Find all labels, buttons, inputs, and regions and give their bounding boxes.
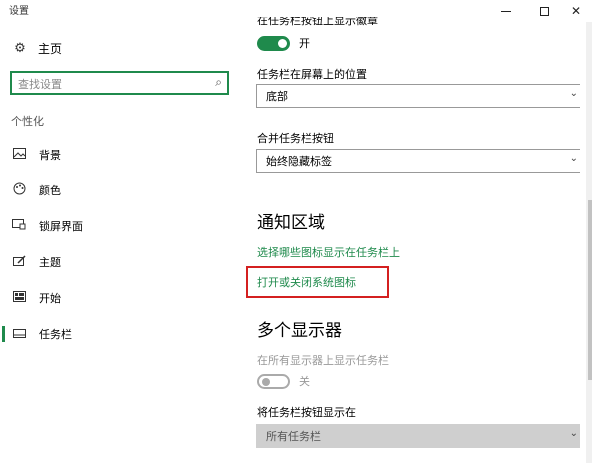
show-on-all-toggle-row: 关: [257, 373, 310, 389]
taskbar-location-dropdown[interactable]: 底部 ⌄: [256, 84, 580, 108]
sidebar-item-label: 主题: [39, 256, 61, 269]
gear-icon: ⚙: [14, 41, 26, 56]
sidebar-item-background[interactable]: 背景: [0, 142, 238, 168]
sidebar-item-label: 开始: [39, 292, 61, 305]
brush-icon: [11, 254, 27, 270]
badges-heading: 在任务栏按钮上显示徽章: [257, 14, 378, 27]
search-icon[interactable]: ⌕: [215, 75, 222, 90]
sidebar-item-start[interactable]: 开始: [0, 285, 238, 311]
chevron-down-icon: ⌄: [569, 153, 578, 164]
highlight-box: [246, 266, 389, 298]
sidebar-item-label: 任务栏: [39, 328, 72, 341]
show-on-all-toggle-state: 关: [299, 375, 310, 388]
notification-area-title: 通知区域: [257, 213, 325, 233]
badges-toggle-row: 开: [257, 35, 310, 51]
dropdown-value: 底部: [266, 90, 288, 103]
search-field[interactable]: ⌕: [10, 71, 229, 95]
picture-icon: [11, 148, 27, 162]
sidebar-group-label: 个性化: [11, 115, 44, 128]
sidebar-item-label: 背景: [39, 149, 61, 162]
sidebar-item-home[interactable]: ⚙ 主页: [12, 40, 62, 57]
combine-buttons-dropdown[interactable]: 始终隐藏标签 ⌄: [256, 149, 580, 173]
sidebar-item-label: 锁屏界面: [39, 220, 83, 233]
sidebar-item-themes[interactable]: 主题: [0, 249, 238, 275]
search-input[interactable]: [18, 74, 203, 95]
scrollbar-thumb[interactable]: [588, 200, 592, 380]
sidebar-item-lockscreen[interactable]: 锁屏界面: [0, 213, 238, 239]
badges-toggle-state: 开: [299, 37, 310, 50]
show-on-all-displays-toggle[interactable]: [257, 373, 290, 389]
taskbar-icon: [11, 327, 27, 341]
show-on-all-displays-label: 在所有显示器上显示任务栏: [257, 354, 389, 367]
multiple-displays-title: 多个显示器: [257, 321, 342, 341]
palette-icon: [11, 182, 27, 198]
content-pane: 在任务栏按钮上显示徽章 开 任务栏在屏幕上的位置 底部 ⌄ 合并任务栏按钮 始终…: [250, 0, 580, 463]
sidebar-item-colors[interactable]: 颜色: [0, 177, 238, 203]
dropdown-value: 始终隐藏标签: [266, 155, 332, 168]
chevron-down-icon: ⌄: [569, 428, 578, 439]
sidebar-item-label: 颜色: [39, 184, 61, 197]
badges-toggle[interactable]: [257, 35, 290, 51]
sidebar-item-taskbar[interactable]: 任务栏: [0, 321, 238, 347]
start-menu-icon: [11, 291, 27, 305]
window-title: 设置: [9, 6, 29, 17]
sidebar: ⚙ 主页 ⌕ 个性化 背景 颜色 锁屏界面: [0, 22, 238, 463]
show-buttons-on-dropdown[interactable]: 所有任务栏 ⌄: [256, 424, 580, 448]
chevron-down-icon: ⌄: [569, 88, 578, 99]
lockscreen-icon: [11, 219, 27, 233]
settings-window: 设置 ✕ ⚙ 主页 ⌕ 个性化 背景: [0, 0, 593, 463]
taskbar-location-label: 任务栏在屏幕上的位置: [257, 68, 367, 81]
sidebar-item-label: 主页: [38, 42, 63, 56]
dropdown-value: 所有任务栏: [266, 430, 321, 443]
combine-buttons-label: 合并任务栏按钮: [257, 132, 334, 145]
show-buttons-on-label: 将任务栏按钮显示在: [257, 406, 356, 419]
select-taskbar-icons-link[interactable]: 选择哪些图标显示在任务栏上: [257, 244, 400, 260]
